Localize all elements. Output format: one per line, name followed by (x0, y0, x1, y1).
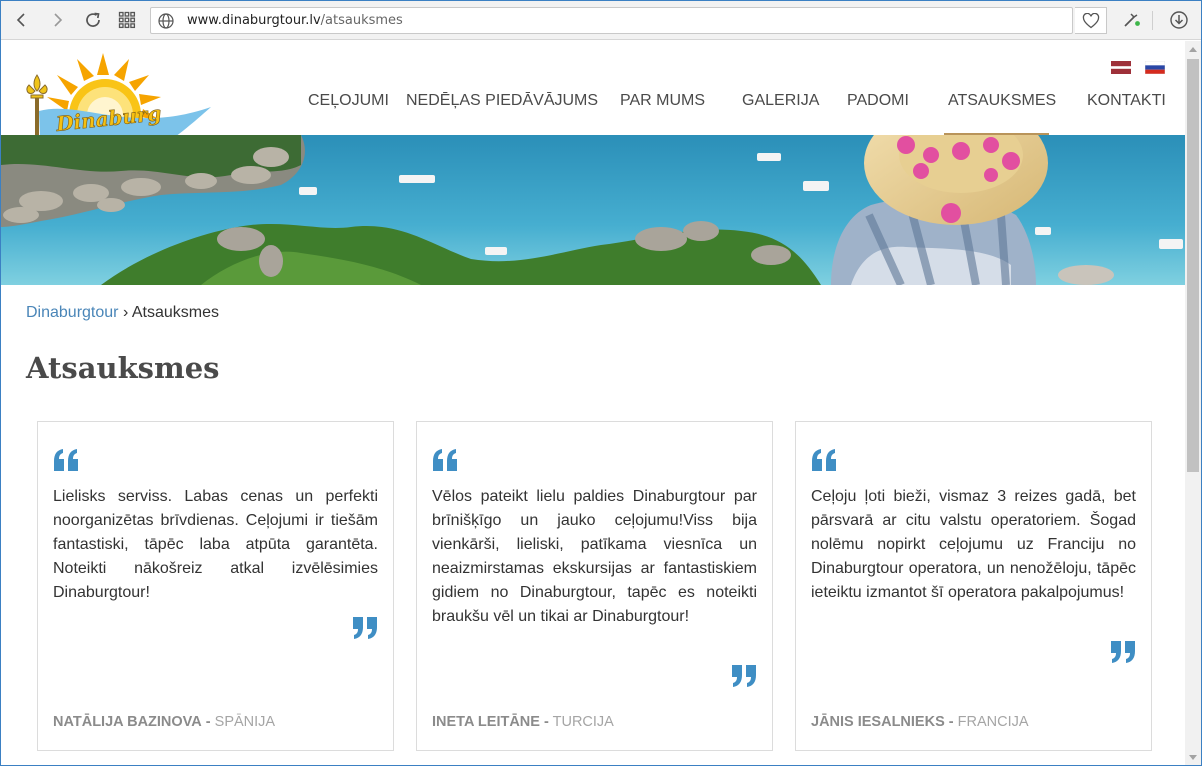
downloads-button[interactable] (1167, 8, 1191, 32)
author-separator: - (543, 714, 549, 730)
author-name: JĀNIS IESALNIEKS (811, 714, 945, 730)
browser-window: www.dinaburgtour.lv/atsauksmes Dinaburg … (0, 0, 1202, 766)
breadcrumb-separator: › (122, 304, 129, 321)
nav-item-celojumi[interactable]: CEĻOJUMI (308, 91, 389, 135)
apps-button[interactable] (115, 8, 139, 32)
web-page: Dinaburg Tour CEĻOJUMI NEDĒĻAS PIEDĀVĀJU… (1, 41, 1186, 765)
author-name: INETA LEITĀNE (432, 714, 540, 730)
chevron-up-icon (1189, 47, 1197, 52)
nav-item-kontakti[interactable]: KONTAKTI (1087, 91, 1166, 135)
extension-icon (1124, 13, 1140, 27)
scrollbar-thumb[interactable] (1187, 59, 1199, 472)
scroll-down-button[interactable] (1185, 750, 1201, 765)
author-name: NATĀLIJA BAZINOVA (53, 714, 202, 730)
author-country: FRANCIJA (957, 714, 1029, 730)
author-country: TURCIJA (552, 714, 614, 730)
chevron-down-icon (1189, 755, 1197, 760)
reload-icon (86, 12, 100, 27)
extension-button[interactable] (1120, 8, 1144, 32)
testimonial-author: NATĀLIJA BAZINOVA - SPĀNIJA (53, 714, 275, 730)
forward-button[interactable] (46, 8, 70, 32)
nav-item-atsauksmes[interactable]: ATSAUKSMES (944, 91, 1056, 135)
testimonial-card: Lielisks serviss. Labas cenas un perfekt… (37, 421, 394, 751)
language-switcher (1111, 61, 1165, 74)
close-quote-icon (353, 617, 377, 639)
browser-toolbar: www.dinaburgtour.lv/atsauksmes (1, 1, 1201, 40)
author-separator: - (205, 714, 211, 730)
hero-banner-image (1, 135, 1186, 285)
nav-item-padomi[interactable]: PADOMI (847, 91, 909, 135)
close-quote-icon (732, 665, 756, 687)
scroll-up-button[interactable] (1185, 41, 1201, 57)
testimonial-author: JĀNIS IESALNIEKS - FRANCIJA (811, 714, 1029, 730)
author-country: SPĀNIJA (214, 714, 276, 730)
testimonial-text: Lielisks serviss. Labas cenas un perfekt… (53, 488, 378, 601)
open-quote-icon (433, 449, 457, 471)
nav-item-par-mums[interactable]: PAR MUMS (620, 91, 705, 135)
globe-icon (158, 13, 174, 29)
url-host: www.dinaburgtour.lv (187, 13, 321, 28)
reload-button[interactable] (81, 8, 105, 32)
download-icon (1170, 11, 1188, 29)
open-quote-icon (54, 449, 78, 471)
testimonial-card: Ceļoju ļoti bieži, vismaz 3 reizes gadā,… (795, 421, 1152, 751)
apps-grid-icon (118, 11, 136, 29)
heart-icon (1082, 12, 1099, 28)
nav-item-nedelas-piedavajums[interactable]: NEDĒĻAS PIEDĀVĀJUMS (406, 91, 598, 135)
breadcrumb-home-link[interactable]: Dinaburgtour (26, 304, 119, 321)
testimonial-author: INETA LEITĀNE - TURCIJA (432, 714, 614, 730)
flag-russia-icon[interactable] (1145, 61, 1165, 74)
main-nav: CEĻOJUMI NEDĒĻAS PIEDĀVĀJUMS PAR MUMS GA… (1, 91, 1186, 135)
page-title: Atsauksmes (26, 351, 220, 385)
breadcrumb: Dinaburgtour › Atsauksmes (26, 304, 219, 322)
url-text: www.dinaburgtour.lv/atsauksmes (187, 13, 403, 28)
testimonial-text: Vēlos pateikt lielu paldies Dinaburgtour… (432, 488, 757, 625)
breadcrumb-current: Atsauksmes (131, 304, 219, 321)
url-path: /atsauksmes (320, 13, 403, 28)
bookmark-button[interactable] (1075, 7, 1107, 34)
open-quote-icon (812, 449, 836, 471)
back-button[interactable] (9, 8, 33, 32)
close-quote-icon (1111, 641, 1135, 663)
toolbar-divider (1152, 11, 1153, 30)
nav-item-galerija[interactable]: GALERIJA (742, 91, 819, 135)
forward-icon (54, 13, 63, 27)
flag-latvia-icon[interactable] (1111, 61, 1131, 74)
back-icon (16, 13, 25, 27)
testimonial-text: Ceļoju ļoti bieži, vismaz 3 reizes gadā,… (811, 488, 1136, 601)
testimonial-card: Vēlos pateikt lielu paldies Dinaburgtour… (416, 421, 773, 751)
address-bar[interactable]: www.dinaburgtour.lv/atsauksmes (150, 7, 1073, 34)
author-separator: - (948, 714, 954, 730)
